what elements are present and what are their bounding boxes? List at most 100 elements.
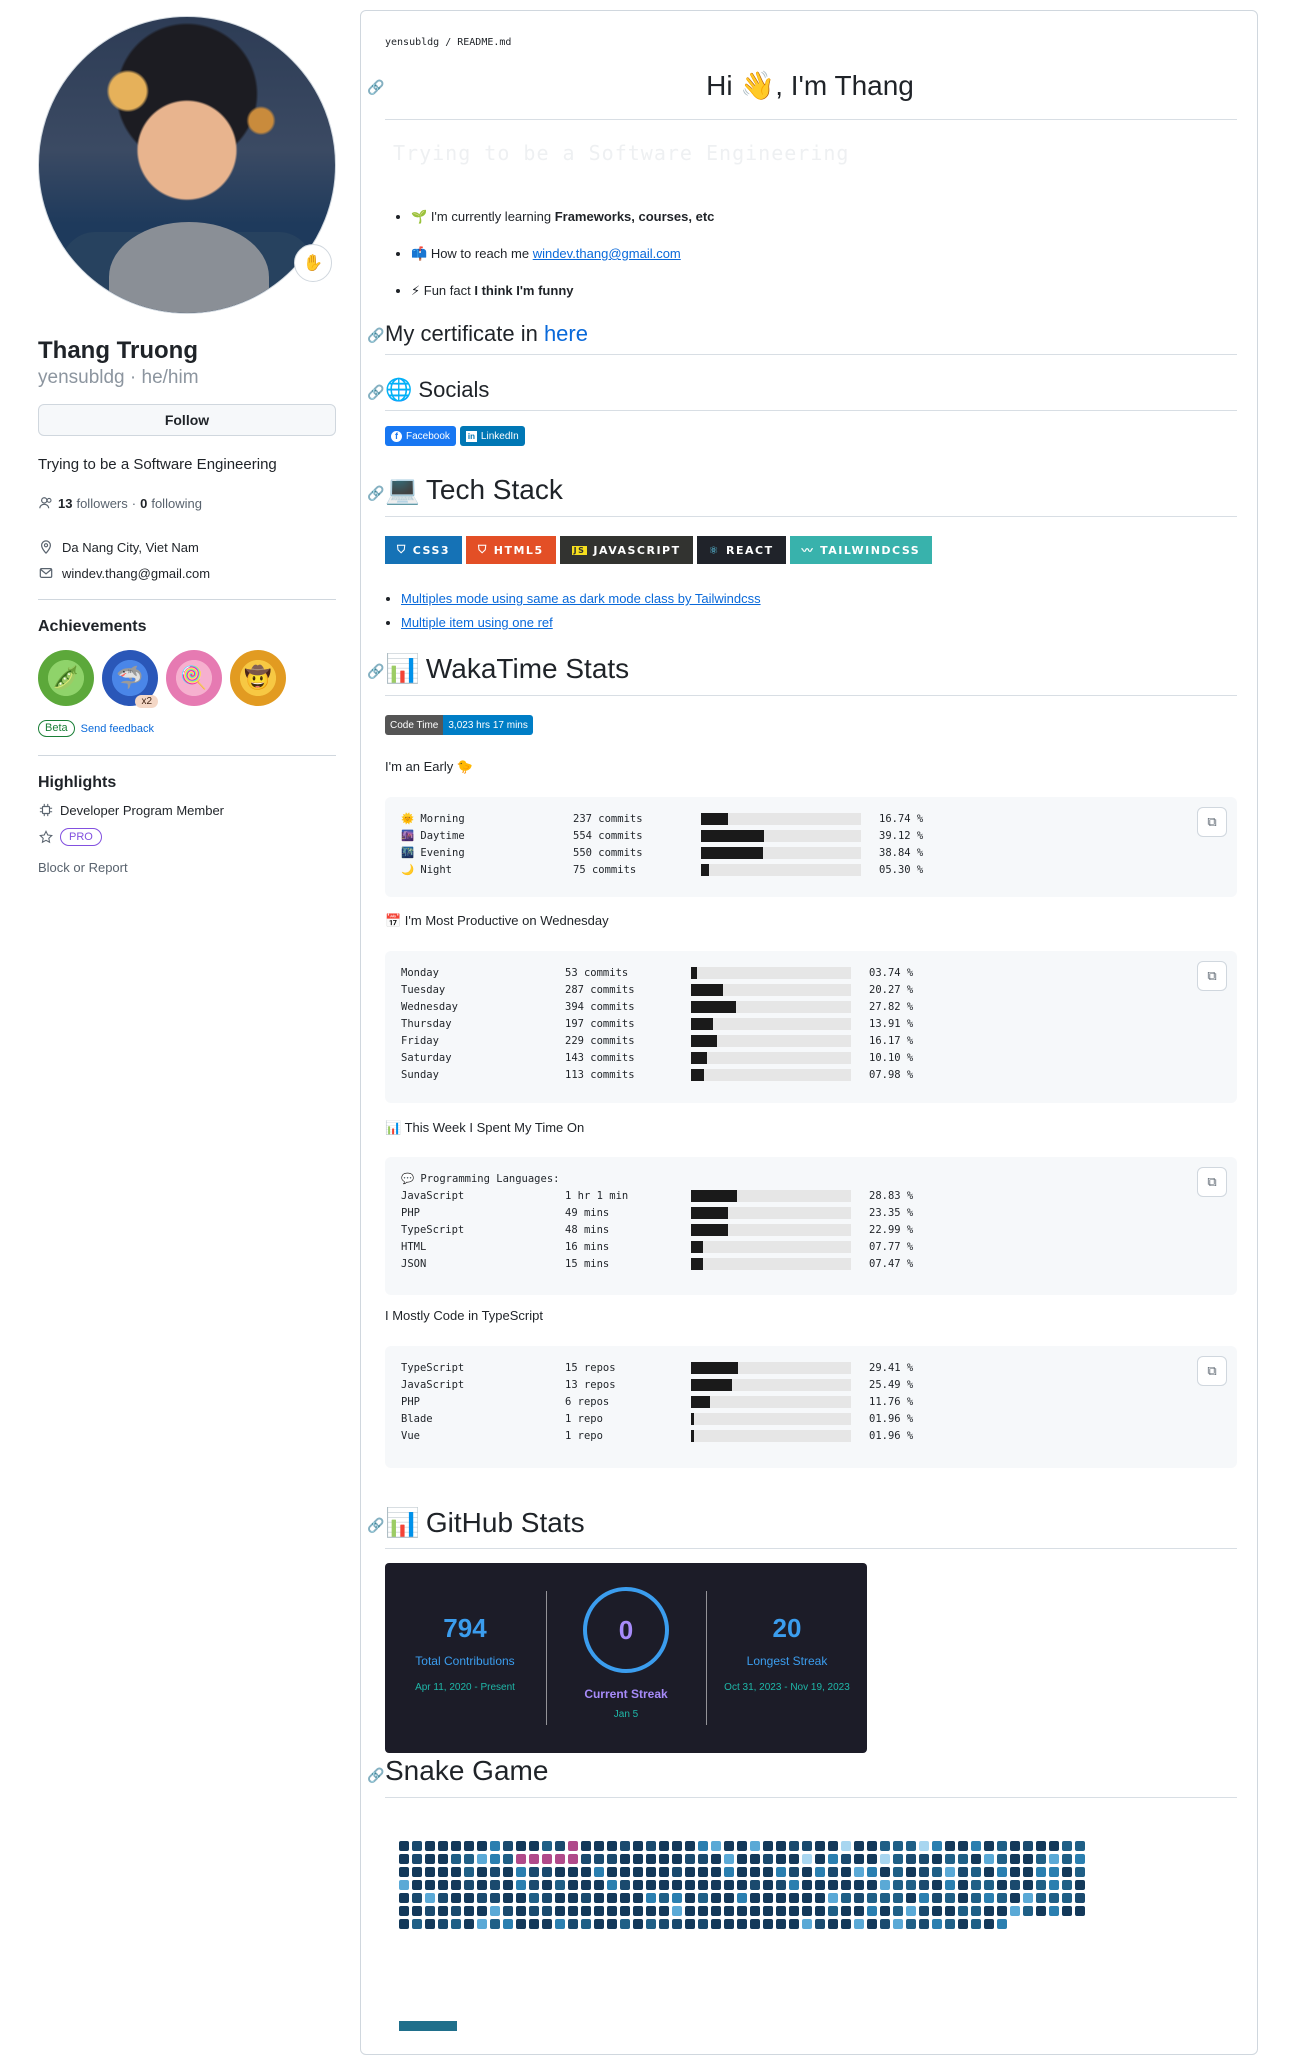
contribution-cell [659, 1880, 669, 1890]
anchor-link-icon[interactable]: 🔗 [367, 663, 384, 679]
current-streak-ring: 0 [583, 1587, 669, 1673]
contribution-cell [581, 1880, 591, 1890]
tech-link[interactable]: Multiples mode using same as dark mode c… [401, 591, 761, 606]
contribution-cell [503, 1893, 513, 1903]
anchor-link-icon[interactable]: 🔗 [367, 384, 384, 400]
html5-badge[interactable]: ⛉ HTML5 [466, 536, 556, 564]
stat-value: 394 commits [565, 1001, 635, 1013]
anchor-link-icon[interactable]: 🔗 [367, 485, 384, 501]
copy-icon[interactable]: ⧉ [1197, 961, 1227, 991]
tech-stack-heading: 💻 Tech Stack [385, 473, 563, 506]
follow-button[interactable]: Follow [38, 404, 336, 436]
stat-progress-bar [691, 1190, 851, 1202]
send-feedback-link[interactable]: Send feedback [81, 723, 154, 735]
contribution-cell [594, 1854, 604, 1864]
contribution-cell [789, 1880, 799, 1890]
contribution-cell [607, 1919, 617, 1929]
contribution-cell [529, 1880, 539, 1890]
stat-label: Friday [401, 1035, 439, 1047]
contribution-cell [984, 1867, 994, 1877]
stat-progress-fill [691, 1207, 729, 1219]
chart-icon: 📊 [385, 653, 420, 684]
total-contributions: 794 Total Contributions Apr 11, 2020 - P… [385, 1563, 545, 1753]
stat-percent: 39.12 % [879, 830, 924, 842]
contribution-cell [399, 1906, 409, 1916]
linkedin-badge[interactable]: in LinkedIn [459, 426, 525, 446]
contribution-cell [867, 1906, 877, 1916]
anchor-link-icon[interactable]: 🔗 [367, 1767, 384, 1783]
profile-bio: Trying to be a Software Engineering [38, 456, 277, 473]
stat-progress-fill [691, 1258, 703, 1270]
contribution-cell [828, 1919, 838, 1929]
contribution-cell [958, 1919, 968, 1929]
contribution-cell [425, 1854, 435, 1864]
facebook-badge[interactable]: f Facebook [385, 426, 456, 446]
contribution-cell [750, 1854, 760, 1864]
javascript-badge[interactable]: JS JAVASCRIPT [559, 536, 693, 564]
stat-percent: 07.77 % [869, 1241, 914, 1253]
email-link[interactable]: windev.thang@gmail.com [533, 246, 681, 261]
contribution-cell [1036, 1841, 1046, 1851]
tech-links-list: Multiples mode using same as dark mode c… [401, 589, 761, 633]
achievement-yolo-icon[interactable]: 🍭 [166, 650, 222, 706]
languages-code-block: ⧉ 💬 Programming Languages: JavaScript 1 h… [385, 1157, 1237, 1295]
contribution-cell [659, 1841, 669, 1851]
following-label[interactable]: following [151, 496, 202, 511]
stat-value: 6 repos [565, 1396, 610, 1408]
contribution-cell [672, 1919, 682, 1929]
tech-link[interactable]: Multiple item using one ref [401, 615, 553, 630]
avatar[interactable] [38, 16, 336, 314]
contribution-cell [633, 1893, 643, 1903]
following-count[interactable]: 0 [140, 496, 147, 511]
followers-count[interactable]: 13 [58, 496, 72, 511]
location-text: Da Nang City, Viet Nam [62, 539, 199, 555]
longest-streak-number: 20 [772, 1613, 802, 1643]
contribution-cell [789, 1919, 799, 1929]
contribution-cell [828, 1893, 838, 1903]
location-icon [38, 539, 54, 555]
productive-heading: 📅 I'm Most Productive on Wednesday [385, 913, 609, 928]
copy-icon[interactable]: ⧉ [1197, 807, 1227, 837]
achievement-cowboy-icon[interactable]: 🤠 [230, 650, 286, 706]
stat-progress-bar [691, 1224, 851, 1236]
copy-icon[interactable]: ⧉ [1197, 1167, 1227, 1197]
contribution-cell [451, 1919, 461, 1929]
anchor-link-icon[interactable]: 🔗 [367, 327, 384, 343]
css3-badge[interactable]: ⛉ CSS3 [385, 536, 463, 564]
contribution-cell [945, 1880, 955, 1890]
javascript-label: JAVASCRIPT [593, 543, 681, 557]
status-emoji-icon[interactable]: ✋ [294, 244, 332, 282]
contribution-cell [529, 1841, 539, 1851]
contribution-cell [503, 1919, 513, 1929]
followers-label[interactable]: followers [76, 496, 127, 511]
contribution-cell [620, 1854, 630, 1864]
contribution-cell [490, 1880, 500, 1890]
block-report-link[interactable]: Block or Report [38, 860, 336, 875]
contribution-cell [984, 1854, 994, 1864]
contribution-cell [438, 1893, 448, 1903]
stat-progress-bar [691, 1258, 851, 1270]
contribution-cell [451, 1893, 461, 1903]
contribution-cell [490, 1854, 500, 1864]
achievement-shark-icon[interactable]: 🦈 x2 [102, 650, 158, 708]
github-stats-heading: 📊 GitHub Stats [385, 1506, 585, 1539]
facebook-icon: f [391, 430, 402, 442]
contribution-cell [945, 1906, 955, 1916]
copy-icon[interactable]: ⧉ [1197, 1356, 1227, 1386]
contribution-cell [997, 1893, 1007, 1903]
contribution-cell [763, 1867, 773, 1877]
achievement-peas-icon[interactable]: 🫛 [38, 650, 94, 706]
contribution-cell [789, 1841, 799, 1851]
react-badge[interactable]: ⚛ REACT [696, 536, 786, 564]
tailwindcss-badge[interactable]: 〰 TAILWINDCSS [789, 536, 933, 564]
star-icon [38, 829, 54, 845]
anchor-link-icon[interactable]: 🔗 [367, 1517, 384, 1533]
contribution-cell [1010, 1854, 1020, 1864]
breadcrumb[interactable]: yensubldg / README.md [385, 37, 511, 48]
highlight-developer-text[interactable]: Developer Program Member [60, 803, 224, 818]
email-link[interactable]: windev.thang@gmail.com [62, 566, 210, 581]
stat-label: PHP [401, 1396, 420, 1408]
contribution-cell [438, 1906, 448, 1916]
certificate-link[interactable]: here [544, 321, 588, 346]
intro-text: How to reach me [430, 246, 533, 261]
